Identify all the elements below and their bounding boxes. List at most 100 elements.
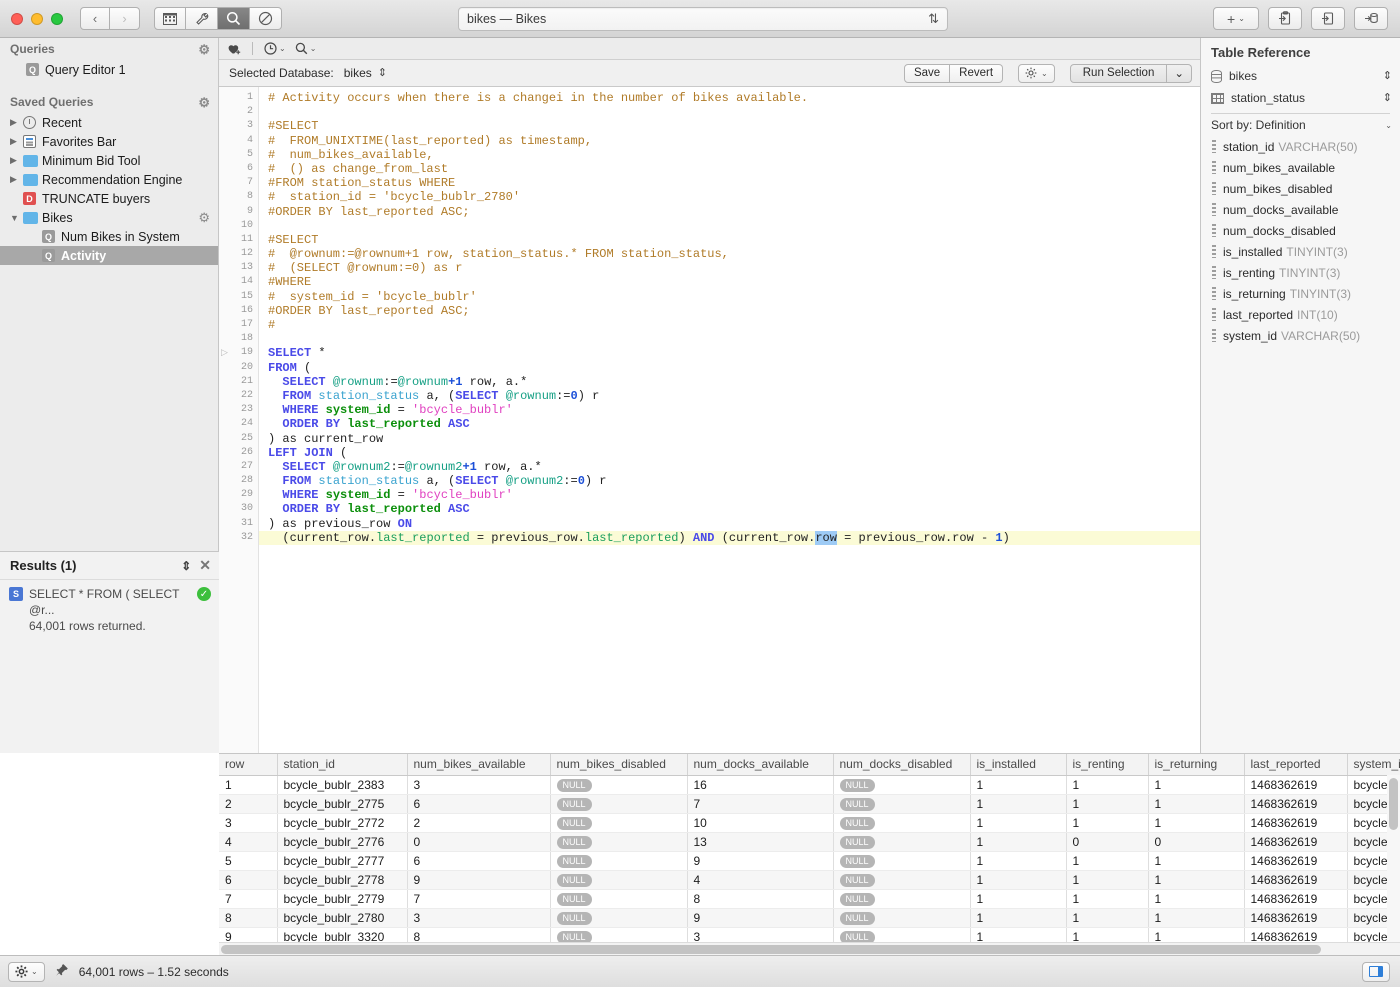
code-line[interactable]: WHERE system_id = 'bcycle_bublr' <box>268 403 1200 417</box>
table-cell[interactable]: 4 <box>219 832 278 852</box>
table-cell[interactable]: 5 <box>219 851 278 871</box>
table-column-item[interactable]: num_bikes_disabled <box>1201 178 1400 199</box>
table-cell[interactable]: 1 <box>219 775 278 795</box>
scrollbar-thumb[interactable] <box>1389 778 1398 830</box>
table-cell[interactable]: NULL <box>550 870 688 890</box>
sort-arrows-icon[interactable]: ⇅ <box>928 11 939 27</box>
code-line[interactable]: FROM ( <box>268 361 1200 375</box>
table-row[interactable]: 6 bcycle_bublr_2778 9 NULL 4 NULL 1 1 1 146836261… <box>219 870 1400 890</box>
status-settings-button[interactable]: ⌄ <box>8 961 45 982</box>
table-cell[interactable]: bcycle_bublr_2780 <box>277 908 408 928</box>
code-line[interactable]: # num_bikes_available, <box>268 148 1200 162</box>
table-column-item[interactable]: is_renting TINYINT(3) <box>1201 262 1400 283</box>
stepper-icon[interactable]: ⇕ <box>181 559 191 573</box>
code-line[interactable]: SELECT @rownum2:=@rownum2+1 row, a.* <box>268 460 1200 474</box>
code-line[interactable]: # FROM_UNIXTIME(last_reported) as timest… <box>268 134 1200 148</box>
saved-queries-gear-icon[interactable]: ⚙ <box>198 96 210 109</box>
code-line[interactable]: # Activity occurs when there is a change… <box>268 91 1200 105</box>
table-cell[interactable]: NULL <box>550 851 688 871</box>
table-cell[interactable]: 1 <box>970 870 1067 890</box>
column-header[interactable]: is_installed <box>970 754 1067 776</box>
table-cell[interactable]: 1 <box>970 851 1067 871</box>
sidebar-item-query-editor-1[interactable]: Q Query Editor 1 <box>0 60 218 79</box>
editor-settings-button[interactable]: ⌄ <box>1018 63 1055 83</box>
code-line[interactable]: LEFT JOIN ( <box>268 446 1200 460</box>
table-column-item[interactable]: is_returning TINYINT(3) <box>1201 283 1400 304</box>
column-header[interactable]: last_reported <box>1244 754 1348 776</box>
column-header[interactable]: station_id <box>277 754 408 776</box>
fold-gutter[interactable]: ▷ <box>219 87 233 753</box>
table-cell[interactable]: 3 <box>407 775 551 795</box>
scrollbar-thumb[interactable] <box>221 945 1321 954</box>
table-cell[interactable]: NULL <box>550 927 688 942</box>
table-cell[interactable]: 9 <box>687 851 834 871</box>
table-cell[interactable]: 1468362619 <box>1244 794 1348 814</box>
drag-handle-icon[interactable] <box>1212 287 1216 300</box>
table-cell[interactable]: 8 <box>407 927 551 942</box>
code-line[interactable]: #ORDER BY last_reported ASC; <box>268 205 1200 219</box>
table-cell[interactable]: bcycle_bublr_3320 <box>277 927 408 942</box>
code-line[interactable]: SELECT @rownum:=@rownum+1 row, a.* <box>268 375 1200 389</box>
table-cell[interactable]: 8 <box>219 908 278 928</box>
code-line[interactable]: # @rownum:=@rownum+1 row, station_status… <box>268 247 1200 261</box>
table-cell[interactable]: bcycle_bublr_2775 <box>277 794 408 814</box>
table-cell[interactable]: 0 <box>1148 832 1245 852</box>
queries-gear-icon[interactable]: ⚙ <box>198 43 210 56</box>
table-cell[interactable]: NULL <box>550 889 688 909</box>
code-line[interactable] <box>268 219 1200 233</box>
table-cell[interactable]: 7 <box>687 794 834 814</box>
code-line[interactable]: #WHERE <box>268 275 1200 289</box>
table-cell[interactable]: 2 <box>407 813 551 833</box>
table-row[interactable]: 8 bcycle_bublr_2780 3 NULL 9 NULL 1 1 1 146836261… <box>219 908 1400 928</box>
table-cell[interactable]: NULL <box>550 908 688 928</box>
table-cell[interactable]: 3 <box>219 813 278 833</box>
table-cell[interactable]: NULL <box>833 870 971 890</box>
updown-stepper-icon[interactable]: ⇕ <box>1383 70 1392 82</box>
table-reference-table-selector[interactable]: station_status ⇕ <box>1201 87 1400 109</box>
table-cell[interactable]: 1 <box>1066 870 1149 890</box>
code-line[interactable]: ORDER BY last_reported ASC <box>268 502 1200 516</box>
table-cell[interactable]: NULL <box>833 927 971 942</box>
column-header[interactable]: num_bikes_available <box>407 754 551 776</box>
sidebar-item-num-bikes-in-system[interactable]: Q Num Bikes in System <box>0 227 218 246</box>
table-cell[interactable]: 3 <box>687 927 834 942</box>
column-header[interactable]: num_docks_disabled <box>833 754 971 776</box>
table-row[interactable]: 1 bcycle_bublr_2383 3 NULL 16 NULL 1 1 1 14683626… <box>219 775 1400 795</box>
pin-icon[interactable] <box>55 963 69 980</box>
table-cell[interactable]: NULL <box>833 832 971 852</box>
table-row[interactable]: 4 bcycle_bublr_2776 0 NULL 13 NULL 1 0 0 14683626… <box>219 832 1400 852</box>
code-line[interactable]: # (SELECT @rownum:=0) as r <box>268 261 1200 275</box>
fold-arrow-icon[interactable]: ▷ <box>221 347 228 358</box>
selected-database-value[interactable]: bikes <box>344 66 372 80</box>
table-cell[interactable]: 1 <box>1148 908 1245 928</box>
table-cell[interactable]: 8 <box>687 889 834 909</box>
run-selection-button[interactable]: Run Selection <box>1069 63 1168 83</box>
table-column-item[interactable]: num_docks_disabled <box>1201 220 1400 241</box>
table-cell[interactable]: 1468362619 <box>1244 908 1348 928</box>
table-cell[interactable]: 3 <box>407 908 551 928</box>
table-cell[interactable]: 1 <box>970 794 1067 814</box>
table-cell[interactable]: 6 <box>407 851 551 871</box>
table-cell[interactable]: 1 <box>970 775 1067 795</box>
disclosure-triangle-icon[interactable]: ▶ <box>10 174 23 185</box>
code-line[interactable] <box>268 105 1200 119</box>
sidebar-item-recent[interactable]: ▶ Recent <box>0 113 218 132</box>
table-cell[interactable]: 1 <box>1148 870 1245 890</box>
code-line[interactable]: SELECT * <box>268 346 1200 360</box>
results-horizontal-scrollbar[interactable] <box>219 942 1400 955</box>
sidebar-item-truncate-buyers[interactable]: D TRUNCATE buyers <box>0 189 218 208</box>
table-cell[interactable]: 1 <box>1066 775 1149 795</box>
import-button[interactable] <box>1311 7 1345 30</box>
sidebar-item-minimum-bid-tool[interactable]: ▶ Minimum Bid Tool <box>0 151 218 170</box>
table-cell[interactable]: 1 <box>1148 775 1245 795</box>
table-cell[interactable]: 6 <box>219 870 278 890</box>
table-cell[interactable]: 7 <box>219 889 278 909</box>
code-line[interactable]: FROM station_status a, (SELECT @rownum2:… <box>268 474 1200 488</box>
export-db-button[interactable] <box>1354 7 1388 30</box>
disclosure-triangle-icon[interactable]: ▶ <box>10 117 23 128</box>
code-line[interactable]: #SELECT <box>268 233 1200 247</box>
table-cell[interactable]: 16 <box>687 775 834 795</box>
no-entry-icon[interactable] <box>250 7 282 30</box>
drag-handle-icon[interactable] <box>1212 266 1216 279</box>
save-button[interactable]: Save <box>903 63 951 83</box>
